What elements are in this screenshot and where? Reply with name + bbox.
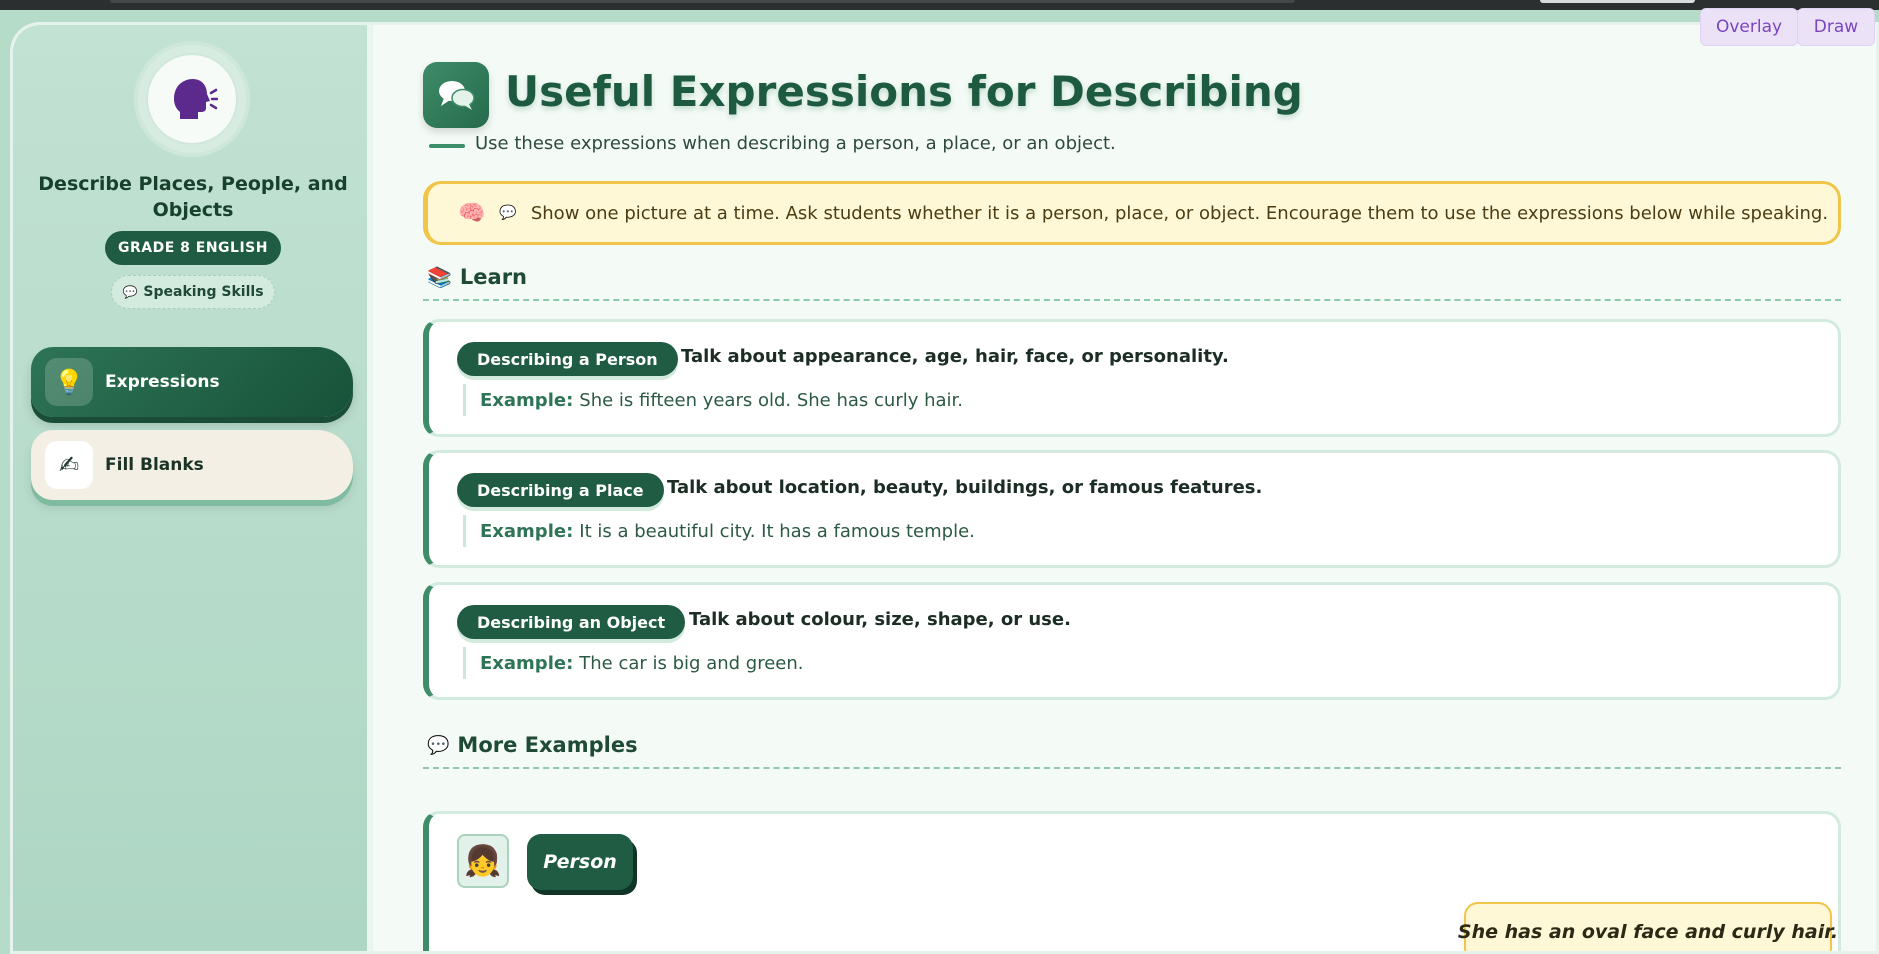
speaking-head-icon bbox=[146, 53, 238, 145]
example-text: She is fifteen years old. She has curly … bbox=[579, 389, 964, 411]
page-subtitle: Use these expressions when describing a … bbox=[475, 133, 1116, 154]
category-tag-person[interactable]: Person bbox=[527, 834, 633, 890]
card-example: Example: It is a beautiful city. It has … bbox=[463, 515, 975, 547]
grade-badge: GRADE 8 ENGLISH bbox=[105, 231, 281, 265]
speech-bubble-icon: 💬 bbox=[122, 285, 138, 299]
learn-heading-text: Learn bbox=[459, 265, 528, 289]
example-sentence: She has an oval face and curly hair. bbox=[1458, 902, 1838, 951]
writing-hand-icon: ✍ bbox=[45, 441, 93, 489]
tip-text: Show one picture at a time. Ask students… bbox=[530, 202, 1829, 224]
expression-card-object: Describing an Object Talk about colour, … bbox=[423, 582, 1841, 700]
speech-bubble-icon: 💬 bbox=[499, 205, 517, 221]
nav-fill-blanks-label: Fill Blanks bbox=[105, 455, 204, 475]
expression-card-place: Describing a Place Talk about location, … bbox=[423, 450, 1841, 568]
card-example: Example: The car is big and green. bbox=[463, 647, 804, 679]
card-tag: Describing a Place bbox=[457, 473, 664, 507]
example-label: Example: bbox=[480, 652, 574, 674]
section-divider bbox=[423, 767, 1841, 769]
teacher-tip-banner: 🧠 💬 Show one picture at a time. Ask stud… bbox=[423, 181, 1841, 245]
example-label: Example: bbox=[480, 389, 574, 411]
card-example: Example: She is fifteen years old. She h… bbox=[463, 384, 963, 416]
address-bar[interactable] bbox=[110, 0, 1295, 3]
example-label: Example: bbox=[480, 520, 574, 542]
chat-bubbles-icon bbox=[423, 62, 489, 128]
learn-heading: 📚 Learn bbox=[427, 265, 527, 289]
example-card-person: 👧 Person She has an oval face and curly … bbox=[423, 811, 1841, 951]
page-title: Useful Expressions for Describing bbox=[505, 67, 1303, 116]
lightbulb-icon: 💡 bbox=[45, 358, 93, 406]
brain-icon: 🧠 bbox=[458, 200, 486, 226]
main-content: Useful Expressions for Describing Use th… bbox=[423, 25, 1858, 951]
card-description: Talk about location, beauty, buildings, … bbox=[667, 477, 1263, 498]
app-window: Describe Places, People, and Objects GRA… bbox=[10, 22, 1879, 954]
sidebar: Describe Places, People, and Objects GRA… bbox=[13, 25, 373, 951]
speech-bubble-icon: 💬 bbox=[427, 734, 450, 756]
nav-fill-blanks[interactable]: ✍ Fill Blanks bbox=[31, 430, 353, 500]
card-tag: Describing an Object bbox=[457, 605, 686, 639]
top-bar-control[interactable] bbox=[1540, 0, 1695, 3]
expression-card-person: Describing a Person Talk about appearanc… bbox=[423, 319, 1841, 437]
card-description: Talk about appearance, age, hair, face, … bbox=[681, 346, 1229, 367]
nav-expressions[interactable]: 💡 Expressions bbox=[31, 347, 353, 417]
nav-expressions-label: Expressions bbox=[105, 372, 220, 392]
lesson-title: Describe Places, People, and Objects bbox=[38, 173, 348, 221]
logo bbox=[138, 45, 246, 153]
books-icon: 📚 bbox=[427, 265, 452, 289]
skill-label: Speaking Skills bbox=[143, 284, 264, 300]
example-text: The car is big and green. bbox=[579, 652, 804, 674]
skill-badge: 💬 Speaking Skills bbox=[111, 275, 275, 309]
example-text: It is a beautiful city. It has a famous … bbox=[579, 520, 975, 542]
more-examples-heading-text: More Examples bbox=[457, 733, 638, 757]
subtitle-accent-bar bbox=[429, 144, 465, 148]
girl-avatar-icon: 👧 bbox=[457, 834, 509, 888]
draw-button[interactable]: Draw bbox=[1797, 8, 1875, 46]
card-description: Talk about colour, size, shape, or use. bbox=[689, 609, 1071, 630]
card-tag: Describing a Person bbox=[457, 342, 678, 376]
section-divider bbox=[423, 299, 1841, 301]
overlay-button[interactable]: Overlay bbox=[1700, 8, 1798, 46]
browser-top-bar bbox=[0, 0, 1879, 10]
more-examples-heading: 💬 More Examples bbox=[427, 733, 638, 757]
